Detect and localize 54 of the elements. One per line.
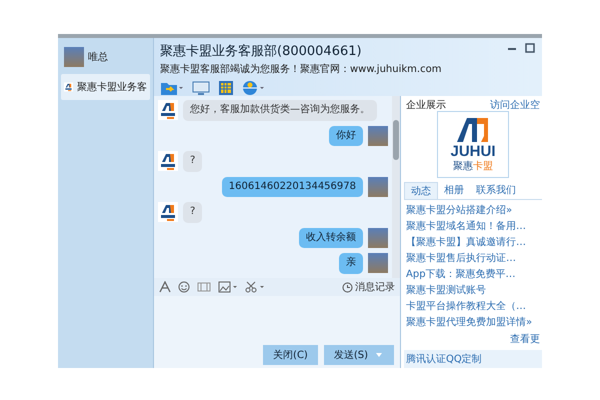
image-icon[interactable] xyxy=(218,281,238,293)
news-link[interactable]: 卡盟平台操作教程大全（… xyxy=(406,299,540,313)
panel-tab[interactable]: 联系我们 xyxy=(470,182,522,199)
maximize-icon[interactable] xyxy=(524,42,536,54)
message-bubble: ? xyxy=(183,151,202,172)
message-bubble: 你好 xyxy=(329,126,363,146)
photo-placeholder xyxy=(368,228,388,248)
photo-placeholder xyxy=(64,47,84,67)
message-bubble: 收入转余额 xyxy=(299,228,363,248)
film-icon[interactable] xyxy=(197,281,211,293)
logo-wordmark: JUHUI xyxy=(450,144,496,159)
action-button[interactable]: 发送(S) xyxy=(324,345,394,365)
news-link[interactable]: 聚惠卡盟测试账号 xyxy=(406,283,540,297)
logo-mark-icon xyxy=(455,116,491,144)
smiley-icon[interactable] xyxy=(178,281,190,293)
action-button[interactable]: 关闭(C) xyxy=(263,345,318,365)
logo-tagline: 聚惠卡盟 xyxy=(453,160,493,173)
clock-icon xyxy=(342,282,353,292)
photo-placeholder xyxy=(368,176,388,196)
message-bubble: ? xyxy=(183,202,202,222)
message-bubble: 16061460220134456978 xyxy=(222,176,363,197)
message-bubble: 亲 xyxy=(339,253,363,274)
news-link[interactable]: 聚惠卡盟域名通知！备用… xyxy=(406,219,540,233)
scrollbar[interactable] xyxy=(392,96,400,278)
certification-link[interactable]: 腾讯认证QQ定制 xyxy=(404,350,542,368)
logo-icon xyxy=(158,151,178,171)
caret-icon xyxy=(374,351,384,359)
globe-icon[interactable] xyxy=(242,80,266,96)
folder-icon[interactable] xyxy=(160,80,184,96)
more-link[interactable]: 查看更 xyxy=(510,332,542,346)
logo-icon xyxy=(158,202,178,222)
panel-title: 企业展示 xyxy=(406,98,446,107)
panel-tab[interactable]: 动态 xyxy=(404,182,438,199)
history-button[interactable]: 消息记录 xyxy=(342,280,395,294)
logo-icon xyxy=(158,100,178,120)
photo-placeholder xyxy=(368,253,388,273)
photo-placeholder xyxy=(368,126,388,146)
news-link[interactable]: 【聚惠卡盟】真诚邀请行… xyxy=(406,235,540,249)
news-link[interactable]: App下载：聚惠免费平… xyxy=(406,267,540,281)
message-input[interactable] xyxy=(154,296,400,342)
panel-tab[interactable]: 相册 xyxy=(438,182,470,199)
scissors-icon[interactable] xyxy=(245,281,265,293)
contact-item[interactable]: 聚惠卡盟业务客 xyxy=(61,74,150,100)
visit-link[interactable]: 访问企业空 xyxy=(490,98,540,107)
chat-title: 聚惠卡盟业务客服部(800004661) xyxy=(160,43,363,60)
news-link[interactable]: 聚惠卡盟代理免费加盟详情» xyxy=(406,315,540,329)
news-link[interactable]: 聚惠卡盟分站搭建介绍» xyxy=(406,203,540,217)
chat-subtitle: 聚惠卡盟客服部竭诚为您服务！聚惠官网：www.juhuikm.com xyxy=(160,62,442,76)
news-link[interactable]: 聚惠卡盟售后执行动证… xyxy=(406,251,540,265)
screen-icon[interactable] xyxy=(192,80,210,96)
contact-item[interactable]: 唯总 xyxy=(61,44,150,70)
message-bubble: 您好，客服加款供货类—咨询为您服务。 xyxy=(183,100,377,120)
font-icon[interactable] xyxy=(159,281,171,293)
grid-icon[interactable] xyxy=(218,80,234,96)
